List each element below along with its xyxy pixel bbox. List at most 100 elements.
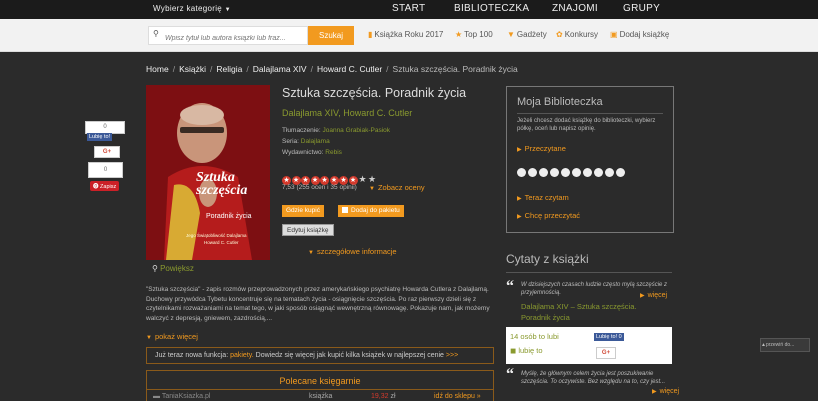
add-to-package-label: Dodaj do pakietu (351, 207, 400, 214)
scroll-badge[interactable]: ▲przewiń do... (760, 338, 810, 352)
quote-text-2: Myślę, że głównym celem życia jest poszu… (521, 371, 666, 385)
triangle-down-icon: ▼ (146, 335, 152, 341)
link-book-of-year[interactable]: ▮ Książka Roku 2017 (368, 30, 443, 39)
go-to-shop-link[interactable]: idź do sklepu » (434, 393, 481, 400)
like-it-label: lubię to (518, 346, 543, 355)
my-library-panel: Moja Biblioteczka Jeżeli chcesz dodać ks… (506, 86, 674, 233)
breadcrumb-author-1[interactable]: Dalajlama XIV (253, 64, 307, 74)
pinterest-save-button[interactable]: ⓿ Zapisz (90, 181, 120, 191)
rating-text: 7,53 (255 ocen i 35 opinii) (282, 184, 357, 191)
details-label: szczegółowe informacje (316, 247, 397, 256)
book-description: "Sztuka szczęścia" - zapis rozmów przepr… (146, 286, 490, 322)
nav-grupy[interactable]: GRUPY (623, 3, 660, 14)
edit-book-button[interactable]: Edytuj książkę (282, 224, 334, 236)
my-rating-stars[interactable] (517, 164, 627, 182)
nav-biblioteczka[interactable]: BIBLIOTECZKA (454, 3, 529, 14)
search-button[interactable]: Szukaj (308, 26, 354, 45)
publisher-row: Wydawnictwo: Rebis (282, 149, 342, 156)
my-library-title: Moja Biblioteczka (517, 96, 603, 108)
shelf-reading[interactable]: ▶ Teraz czytam (517, 193, 569, 202)
notice-arrow-link[interactable]: >>> (446, 352, 458, 359)
breadcrumb-religion[interactable]: Religia (216, 64, 242, 74)
shop-currency: zł (390, 393, 396, 400)
link-contests[interactable]: ✿ Konkursy (556, 30, 598, 39)
shop-logo-icon: ▬ (153, 393, 160, 400)
breadcrumb-current: Sztuka szczęścia. Poradnik życia (392, 64, 518, 74)
facebook-like-button-2[interactable]: Lubię to! 0 (594, 333, 624, 341)
my-rating-star-icon[interactable] (583, 168, 592, 177)
breadcrumb-books[interactable]: Książki (179, 64, 206, 74)
link-label: Top 100 (464, 30, 493, 39)
link-label: Gadżety (516, 30, 547, 39)
my-rating-star-icon[interactable] (561, 168, 570, 177)
shelf-read-label: Przeczytane (524, 144, 566, 153)
notice-highlight[interactable]: pakiety. (230, 352, 254, 359)
link-label: Konkursy (564, 30, 599, 39)
notice-text-2: Dowiedz się więcej jak kupić kilka książ… (253, 352, 446, 359)
link-label: Książka Roku 2017 (374, 30, 444, 39)
search-input[interactable] (163, 30, 307, 47)
link-label: Dodaj książkę (619, 30, 670, 39)
nav-znajomi[interactable]: ZNAJOMI (552, 3, 598, 14)
book-cover[interactable]: Sztuka szczęścia Poradnik życia Jego Świ… (146, 85, 270, 260)
rating-star-icon[interactable]: ★ (358, 175, 367, 184)
breadcrumb-author-2[interactable]: Howard C. Cutler (317, 64, 382, 74)
search-icon: ⚲ (153, 29, 159, 38)
link-add-book[interactable]: ▣ Dodaj książkę (610, 30, 669, 39)
my-rating-star-icon[interactable] (616, 168, 625, 177)
quote-mark-icon: “ (506, 278, 514, 295)
my-rating-star-icon[interactable] (550, 168, 559, 177)
likes-count: 14 osób to lubi (510, 332, 559, 341)
shop-name: TaniaKsiazka.pl (161, 393, 211, 400)
link-top-100[interactable]: ★ Top 100 (455, 30, 493, 39)
book-authors[interactable]: Dalajlama XIV, Howard C. Cutler (282, 108, 412, 118)
google-plus-button[interactable]: G+ (94, 146, 120, 158)
pinterest-icon: ⓿ (93, 184, 99, 190)
triangle-down-icon: ▼ (308, 250, 314, 256)
shop-row[interactable]: ▬ TaniaKsiazka.pl (153, 393, 210, 400)
zoom-icon: ⚲ (152, 264, 158, 273)
pin-label: Zapisz (100, 184, 117, 190)
quote-more-link-2[interactable]: ▶ więcej (652, 388, 679, 395)
my-library-text: Jeżeli chcesz dodać książkę do bibliotec… (517, 118, 656, 132)
my-rating-star-icon[interactable] (594, 168, 603, 177)
quote-more-link[interactable]: ▶ więcej (640, 292, 667, 299)
shops-divider (147, 389, 493, 390)
triangle-icon: ▶ (517, 147, 522, 153)
triangle-icon: ▶ (517, 214, 522, 220)
nav-start[interactable]: START (392, 3, 425, 14)
add-to-package-button[interactable]: Dodaj do pakietu (338, 205, 404, 217)
link-gadgets[interactable]: ▼ Gadżety (507, 30, 547, 39)
breadcrumb-home[interactable]: Home (146, 64, 169, 74)
publisher-label: Wydawnictwo: (282, 149, 324, 156)
cover-zoom-link[interactable]: ⚲ Powiększ (152, 264, 194, 273)
details-link[interactable]: ▼ szczegółowe informacje (308, 247, 397, 256)
my-rating-star-icon[interactable] (605, 168, 614, 177)
google-plus-button-2[interactable]: G+ (596, 347, 616, 359)
category-dropdown[interactable]: Wybierz kategorię ▼ (153, 4, 231, 13)
facebook-like-button[interactable]: Lubię to! (87, 133, 113, 141)
triangle-icon: ▶ (652, 389, 657, 395)
my-rating-star-icon[interactable] (528, 168, 537, 177)
where-to-buy-button[interactable]: Gdzie kupić (282, 205, 324, 217)
like-it-link[interactable]: ◼ lubię to (510, 346, 543, 355)
quote-source-author: Dalajlama XIV – (521, 302, 577, 311)
quote-more-label: więcej (659, 388, 680, 395)
translator-link[interactable]: Joanna Grabiak-Pasiok (322, 127, 390, 134)
quote-source[interactable]: Dalajlama XIV – Sztuka szczęścia. Poradn… (521, 301, 666, 323)
my-rating-star-icon[interactable] (517, 168, 526, 177)
category-label: Wybierz kategorię (153, 4, 223, 13)
star-icon: ★ (455, 30, 463, 39)
publisher-link[interactable]: Rebis (325, 149, 342, 156)
shelf-read[interactable]: ▶ Przeczytane (517, 144, 566, 153)
series-link[interactable]: Dalajlama (301, 138, 330, 145)
see-ratings-link[interactable]: ▼ Zobacz oceny (369, 183, 425, 192)
my-rating-star-icon[interactable] (572, 168, 581, 177)
shirt-icon: ▼ (507, 30, 515, 39)
show-more-link[interactable]: ▼ pokaż więcej (146, 332, 198, 341)
search-bar: ⚲ Szukaj ▮Książka Roku 2017 ★Top 100 ▼Ga… (0, 19, 818, 52)
award-icon: ▮ (368, 30, 373, 39)
shelf-want[interactable]: ▶ Chcę przeczytać (517, 211, 580, 220)
quote-like-box: 14 osób to lubi ◼ lubię to Lubię to! 0 G… (506, 327, 672, 364)
my-rating-star-icon[interactable] (539, 168, 548, 177)
